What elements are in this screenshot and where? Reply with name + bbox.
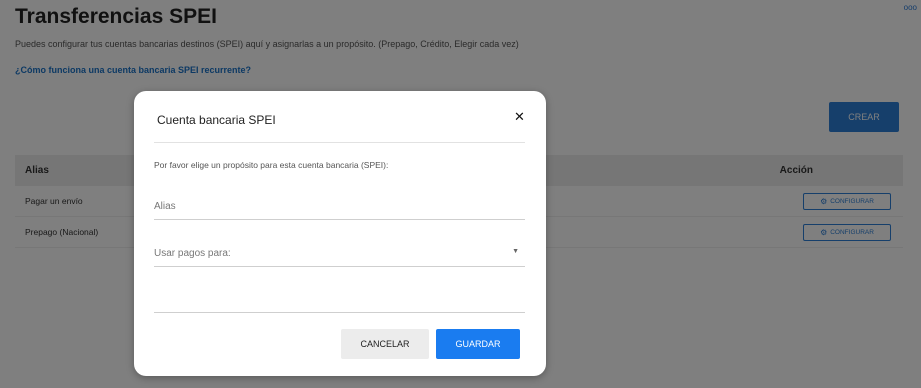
modal-prompt: Por favor elige un propósito para esta c… — [154, 160, 389, 170]
purpose-select[interactable]: Usar pagos para: ▼ — [154, 248, 525, 267]
modal-divider — [154, 142, 525, 143]
modal-title: Cuenta bancaria SPEI — [157, 113, 276, 127]
cancel-button[interactable]: CANCELAR — [341, 329, 429, 359]
save-button[interactable]: GUARDAR — [436, 329, 520, 359]
close-icon[interactable]: ✕ — [514, 109, 525, 125]
dropdown-caret-icon: ▼ — [512, 248, 519, 255]
purpose-placeholder: Usar pagos para: — [154, 248, 231, 259]
spei-account-modal: Cuenta bancaria SPEI ✕ Por favor elige u… — [134, 91, 546, 376]
extra-field[interactable] — [154, 294, 525, 313]
alias-placeholder: Alias — [154, 201, 176, 212]
alias-input[interactable]: Alias — [154, 201, 525, 220]
